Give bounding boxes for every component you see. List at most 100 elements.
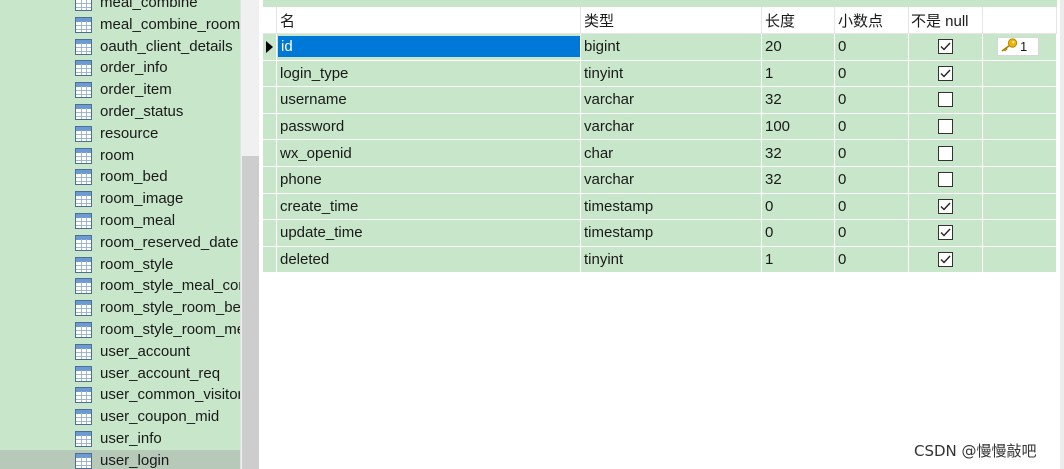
field-key-cell[interactable] xyxy=(983,113,1057,141)
field-length-cell[interactable]: 32 xyxy=(762,140,835,167)
tree-item-order-status[interactable]: order_status xyxy=(0,101,240,123)
not-null-checkbox-checked[interactable] xyxy=(938,225,953,241)
field-length-cell[interactable]: 32 xyxy=(762,87,835,114)
field-row[interactable]: update_time timestamp 0 0 xyxy=(263,220,1057,247)
field-length-cell[interactable]: 100 xyxy=(762,113,835,141)
field-row[interactable]: deleted tinyint 1 0 xyxy=(263,246,1057,274)
field-length-cell[interactable]: 0 xyxy=(762,193,835,221)
tree-item-user-coupon-mid[interactable]: user_coupon_mid xyxy=(0,406,240,428)
field-decimals-cell[interactable]: 0 xyxy=(835,140,909,167)
not-null-checkbox[interactable] xyxy=(938,145,953,161)
row-indicator-cell[interactable] xyxy=(263,220,277,247)
tree-item-room-reserved-date[interactable]: room_reserved_date xyxy=(0,232,240,254)
tree-item-resource[interactable]: resource xyxy=(0,123,240,145)
field-key-cell[interactable] xyxy=(983,60,1057,88)
field-name-editor[interactable]: id xyxy=(278,36,580,58)
field-decimals-cell[interactable]: 0 xyxy=(835,113,909,141)
row-indicator-cell[interactable] xyxy=(263,193,277,221)
row-indicator-cell[interactable] xyxy=(263,140,277,167)
field-key-cell[interactable]: 1 xyxy=(983,34,1057,61)
not-null-checkbox[interactable] xyxy=(938,172,953,188)
field-row[interactable]: wx_openid char 32 0 xyxy=(263,140,1057,167)
field-length-cell[interactable]: 32 xyxy=(762,167,835,194)
field-name-cell[interactable]: update_time xyxy=(277,220,581,247)
field-decimals-cell[interactable]: 0 xyxy=(835,193,909,221)
field-name-cell[interactable]: id xyxy=(277,34,581,61)
not-null-checkbox[interactable] xyxy=(938,119,953,135)
field-decimals-cell[interactable]: 0 xyxy=(835,246,909,274)
tree-item-user-login[interactable]: user_login xyxy=(0,449,240,469)
field-length-cell[interactable]: 1 xyxy=(762,60,835,88)
tree-item-room-style-meal-combine[interactable]: room_style_meal_combine xyxy=(0,275,240,297)
field-row[interactable]: password varchar 100 0 xyxy=(263,113,1057,141)
tree-item-meal-combine-room[interactable]: meal_combine_room xyxy=(0,14,240,36)
tree-item-oauth-client-details[interactable]: oauth_client_details xyxy=(0,36,240,58)
field-row[interactable]: create_time timestamp 0 0 xyxy=(263,193,1057,221)
field-type-cell[interactable]: timestamp xyxy=(581,193,762,221)
field-decimals-cell[interactable]: 0 xyxy=(835,60,909,88)
field-key-cell[interactable] xyxy=(983,140,1057,167)
column-header-not-null[interactable]: 不是 null xyxy=(909,7,983,34)
tree-item-meal-combine[interactable]: meal_combine xyxy=(0,0,240,14)
row-indicator-cell[interactable] xyxy=(263,87,277,114)
field-type-cell[interactable]: varchar xyxy=(581,113,762,141)
tree-item-room-image[interactable]: room_image xyxy=(0,188,240,210)
row-indicator-cell[interactable] xyxy=(263,246,277,274)
scrollbar-thumb[interactable] xyxy=(242,156,259,469)
field-name-cell[interactable]: create_time xyxy=(277,193,581,221)
field-key-cell[interactable] xyxy=(983,167,1057,194)
tree-item-room-style[interactable]: room_style xyxy=(0,254,240,276)
column-header-key[interactable] xyxy=(983,7,1057,34)
tree-item-order-item[interactable]: order_item xyxy=(0,79,240,101)
field-key-cell[interactable] xyxy=(983,87,1057,114)
field-type-cell[interactable]: timestamp xyxy=(581,220,762,247)
field-name-cell[interactable]: password xyxy=(277,113,581,141)
column-header-name[interactable]: 名 xyxy=(277,7,581,34)
field-name-cell[interactable]: username xyxy=(277,87,581,114)
tree-item-user-info[interactable]: user_info xyxy=(0,428,240,450)
field-type-cell[interactable]: tinyint xyxy=(581,246,762,274)
field-key-cell[interactable] xyxy=(983,220,1057,247)
field-type-cell[interactable]: varchar xyxy=(581,167,762,194)
row-indicator-cell[interactable] xyxy=(263,60,277,88)
tree-item-room-bed[interactable]: room_bed xyxy=(0,166,240,188)
field-type-cell[interactable]: tinyint xyxy=(581,60,762,88)
field-decimals-cell[interactable]: 0 xyxy=(835,87,909,114)
tree-item-order-info[interactable]: order_info xyxy=(0,57,240,79)
field-row[interactable]: phone varchar 32 0 xyxy=(263,167,1057,194)
column-header-length[interactable]: 长度 xyxy=(762,7,835,34)
field-decimals-cell[interactable]: 0 xyxy=(835,167,909,194)
not-null-checkbox-checked[interactable] xyxy=(938,252,953,268)
field-type-cell[interactable]: varchar xyxy=(581,87,762,114)
tree-item-user-account-req[interactable]: user_account_req xyxy=(0,363,240,385)
field-key-cell[interactable] xyxy=(983,246,1057,274)
tree-item-user-account[interactable]: user_account xyxy=(0,341,240,363)
field-decimals-cell[interactable]: 0 xyxy=(835,220,909,247)
not-null-checkbox-checked[interactable] xyxy=(938,39,953,55)
field-row[interactable]: login_type tinyint 1 0 xyxy=(263,60,1057,88)
field-key-cell[interactable] xyxy=(983,193,1057,221)
tree-item-user-common-visitor[interactable]: user_common_visitor xyxy=(0,384,240,406)
tree-item-room[interactable]: room xyxy=(0,145,240,167)
row-indicator-cell[interactable] xyxy=(263,34,277,61)
not-null-checkbox-checked[interactable] xyxy=(938,198,953,214)
tree-item-room-style-room-meal[interactable]: room_style_room_meal xyxy=(0,319,240,341)
field-name-cell[interactable]: phone xyxy=(277,167,581,194)
field-length-cell[interactable]: 0 xyxy=(762,220,835,247)
column-header-decimals[interactable]: 小数点 xyxy=(835,7,909,34)
not-null-checkbox-checked[interactable] xyxy=(938,65,953,81)
column-header-type[interactable]: 类型 xyxy=(581,7,762,34)
field-row[interactable]: username varchar 32 0 xyxy=(263,87,1057,114)
not-null-checkbox[interactable] xyxy=(938,92,953,108)
row-indicator-cell[interactable] xyxy=(263,167,277,194)
field-decimals-cell[interactable]: 0 xyxy=(835,34,909,61)
tree-item-room-style-room-bed[interactable]: room_style_room_bed xyxy=(0,297,240,319)
row-indicator-cell[interactable] xyxy=(263,113,277,141)
field-length-cell[interactable]: 1 xyxy=(762,246,835,274)
field-type-cell[interactable]: bigint xyxy=(581,34,762,61)
field-length-cell[interactable]: 20 xyxy=(762,34,835,61)
field-name-cell[interactable]: deleted xyxy=(277,246,581,274)
field-name-cell[interactable]: login_type xyxy=(277,60,581,88)
tree-scrollbar[interactable] xyxy=(240,0,259,469)
field-row[interactable]: id bigint 20 0 1 xyxy=(263,34,1057,61)
